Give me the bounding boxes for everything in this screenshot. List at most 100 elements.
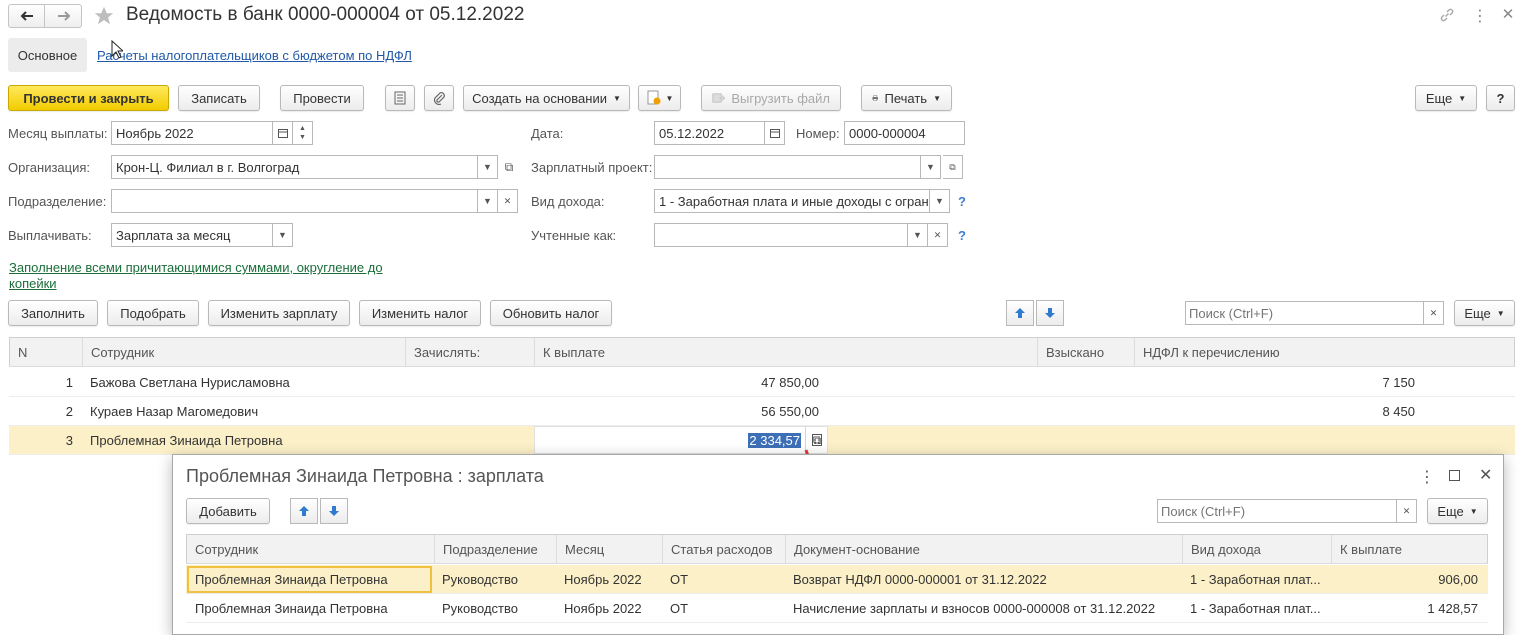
department-label: Подразделение: — [8, 194, 107, 209]
table-search-clear-icon[interactable]: ✕ — [1424, 301, 1444, 325]
list-button[interactable] — [385, 85, 415, 111]
col-document[interactable]: Документ-основание — [786, 535, 1183, 563]
accounted-dropdown[interactable]: ▼ — [908, 223, 928, 247]
accounted-field[interactable] — [654, 223, 908, 247]
col-to-pay[interactable]: К выплате — [1332, 535, 1489, 563]
move-up-button[interactable] — [1006, 300, 1034, 326]
post-button[interactable]: Провести — [280, 85, 364, 111]
col-n[interactable]: N — [10, 338, 83, 366]
post-and-close-button[interactable]: Провести и закрыть — [8, 85, 169, 111]
popup-search-clear-icon[interactable]: ✕ — [1397, 499, 1417, 523]
col-credit[interactable]: Зачислять: — [406, 338, 535, 366]
back-button[interactable] — [9, 5, 45, 27]
popup-table-row-selected[interactable]: Проблемная Зинаида Петровна Руководство … — [186, 565, 1488, 594]
date-calendar-button[interactable] — [765, 121, 785, 145]
help-button[interactable]: ? — [1486, 85, 1515, 111]
change-tax-button[interactable]: Изменить налог — [359, 300, 481, 326]
month-calendar-button[interactable] — [273, 121, 293, 145]
pay-dropdown[interactable]: ▼ — [273, 223, 293, 247]
organization-field[interactable]: Крон-Ц. Филиал в г. Волгоград — [111, 155, 478, 179]
link-icon[interactable] — [1438, 6, 1456, 24]
export-file-button[interactable]: Выгрузить файл — [701, 85, 841, 111]
fill-button[interactable]: Заполнить — [8, 300, 98, 326]
table-row[interactable]: 2 Кураев Назар Магомедович 56 550,00 8 4… — [9, 397, 1515, 426]
popup-move-up-button[interactable] — [290, 498, 318, 524]
down-arrow-icon — [1045, 308, 1055, 318]
row-document: Возврат НДФЛ 0000-000001 от 31.12.2022 — [793, 571, 1047, 587]
document-menu-button[interactable]: ▼ — [638, 85, 681, 111]
row-employee: Проблемная Зинаида Петровна — [90, 432, 283, 448]
print-button[interactable]: Печать ▼ — [861, 85, 952, 111]
kebab-menu-icon[interactable]: ⋮ — [1472, 6, 1488, 25]
organization-open-icon[interactable]: ⧉ — [501, 158, 517, 176]
more-button[interactable]: Еще ▼ — [1415, 85, 1477, 111]
accounted-clear-icon[interactable]: ✕ — [928, 223, 948, 247]
income-type-field[interactable]: 1 - Заработная плата и иные доходы с огр… — [654, 189, 930, 213]
popup-move-down-button[interactable] — [320, 498, 348, 524]
table-more-button[interactable]: Еще ▼ — [1454, 300, 1515, 326]
create-based-on-button[interactable]: Создать на основании ▼ — [463, 85, 630, 111]
col-employee[interactable]: Сотрудник — [83, 338, 406, 366]
close-icon[interactable]: ✕ — [1500, 5, 1516, 23]
fill-all-link-line1[interactable]: Заполнение всеми причитающимися суммами,… — [9, 260, 383, 275]
popup-table-row[interactable]: Проблемная Зинаида Петровна Руководство … — [186, 594, 1488, 623]
accounted-help-icon[interactable]: ? — [958, 228, 966, 243]
row-department: Руководство — [442, 571, 518, 587]
attach-button[interactable] — [424, 85, 454, 111]
col-month[interactable]: Месяц — [557, 535, 663, 563]
popup-search-input[interactable] — [1157, 499, 1397, 523]
col-ndfl[interactable]: НДФЛ к перечислению — [1135, 338, 1516, 366]
month-label: Месяц выплаты: — [8, 126, 108, 141]
move-down-button[interactable] — [1036, 300, 1064, 326]
col-expense[interactable]: Статья расходов — [663, 535, 786, 563]
table-search-input[interactable] — [1185, 301, 1424, 325]
organization-dropdown[interactable]: ▼ — [478, 155, 498, 179]
salary-project-open-icon[interactable]: ⧉ — [943, 155, 963, 179]
department-dropdown[interactable]: ▼ — [478, 189, 498, 213]
favorite-button[interactable] — [92, 4, 116, 28]
forward-arrow-icon — [58, 11, 71, 21]
salary-project-field[interactable] — [654, 155, 921, 179]
row-employee[interactable]: Проблемная Зинаида Петровна — [187, 566, 432, 593]
to-pay-editor[interactable]: 2 334,57 — [534, 426, 828, 454]
popup-more-label: Еще — [1437, 503, 1464, 519]
date-field[interactable]: 05.12.2022 — [654, 121, 765, 145]
col-employee[interactable]: Сотрудник — [187, 535, 435, 563]
income-type-help-icon[interactable]: ? — [958, 194, 966, 209]
calendar-icon — [277, 129, 288, 138]
fill-all-link-line2[interactable]: копейки — [9, 276, 57, 291]
department-clear-icon[interactable]: ✕ — [498, 189, 518, 213]
col-to-pay[interactable]: К выплате — [535, 338, 1038, 366]
pick-button[interactable]: Подобрать — [107, 300, 199, 326]
popup-more-button[interactable]: Еще ▼ — [1427, 498, 1488, 524]
organization-label: Организация: — [8, 160, 91, 175]
pay-field[interactable]: Зарплата за месяц — [111, 223, 273, 247]
kebab-menu-icon[interactable]: ⋮ — [1419, 467, 1435, 487]
save-button[interactable]: Записать — [178, 85, 260, 111]
row-department: Руководство — [442, 600, 518, 616]
month-stepper[interactable]: ▲ ▼ — [293, 121, 313, 145]
update-tax-button[interactable]: Обновить налог — [490, 300, 612, 326]
row-employee: Кураев Назар Магомедович — [90, 403, 259, 419]
salary-popup: Проблемная Зинаида Петровна : зарплата ⋮… — [172, 454, 1504, 635]
income-type-dropdown[interactable]: ▼ — [930, 189, 950, 213]
maximize-icon[interactable] — [1449, 470, 1460, 481]
tab-ndfl-link[interactable]: Расчеты налогоплательщиков с бюджетом по… — [97, 48, 412, 63]
page-title: Ведомость в банк 0000-000004 от 05.12.20… — [126, 4, 525, 25]
month-field[interactable]: Ноябрь 2022 — [111, 121, 273, 145]
number-field[interactable]: 0000-000004 — [844, 121, 965, 145]
col-income-type[interactable]: Вид дохода — [1183, 535, 1332, 563]
mouse-cursor-icon — [111, 40, 123, 59]
table-row[interactable]: 1 Бажова Светлана Нурисламовна 47 850,00… — [9, 368, 1515, 397]
table-row-selected[interactable]: 3 Проблемная Зинаида Петровна 2 334,57 ⧉ — [9, 426, 1515, 455]
salary-project-dropdown[interactable]: ▼ — [921, 155, 941, 179]
add-button[interactable]: Добавить — [186, 498, 270, 524]
forward-button[interactable] — [46, 5, 82, 27]
tab-main[interactable]: Основное — [8, 38, 87, 72]
col-department[interactable]: Подразделение — [435, 535, 557, 563]
row-employee: Проблемная Зинаида Петровна — [195, 600, 388, 616]
col-collected[interactable]: Взыскано — [1038, 338, 1135, 366]
close-icon[interactable]: ✕ — [1479, 465, 1492, 485]
department-field[interactable] — [111, 189, 478, 213]
change-salary-button[interactable]: Изменить зарплату — [208, 300, 350, 326]
